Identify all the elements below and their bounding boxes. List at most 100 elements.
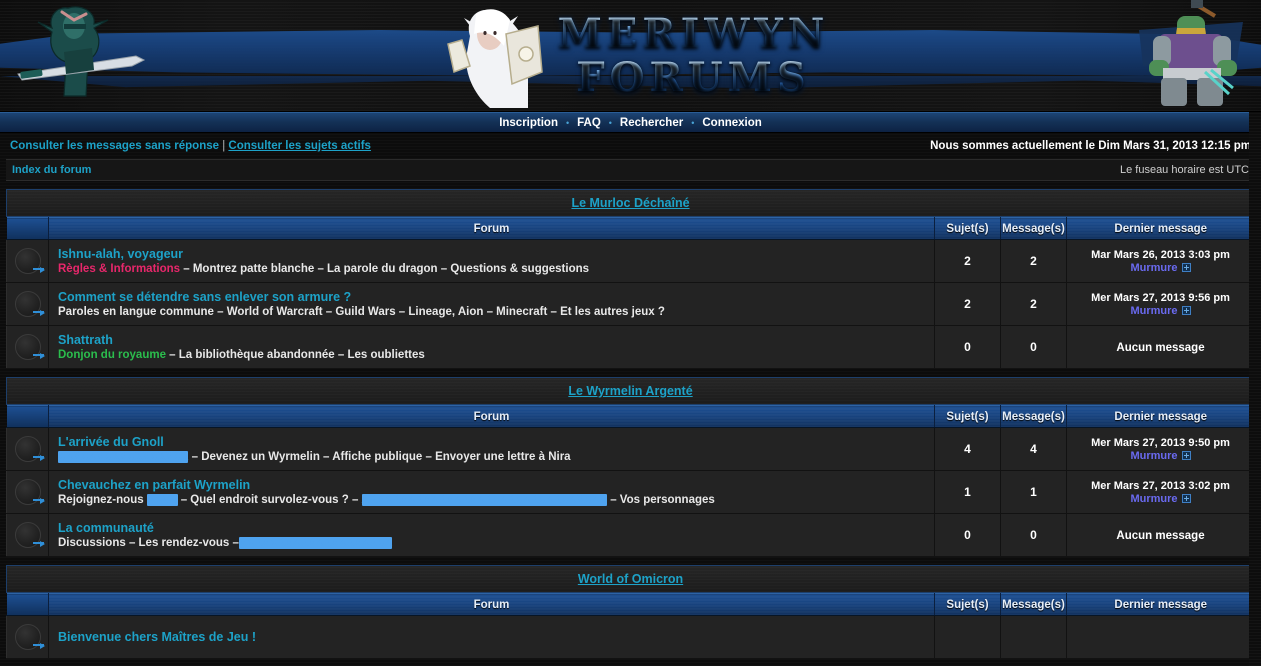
quick-links-divider: |	[222, 140, 226, 152]
forum-row: Chevauchez en parfait Wyrmelin Rejoignez-…	[6, 470, 1255, 514]
forum-title-link[interactable]: Comment se détendre sans enlever son arm…	[58, 290, 933, 304]
last-post-cell: Mer Mars 27, 2013 9:56 pm Murmure	[1066, 282, 1255, 326]
column-header-last-post: Dernier message	[1066, 405, 1255, 428]
forum-row: L'arrivée du Gnoll XXXXXXXXXXXXXXXXX – De…	[6, 427, 1255, 471]
forum-title-link[interactable]: Ishnu-alah, voyageur	[58, 247, 933, 261]
goto-last-post-icon[interactable]	[1181, 450, 1191, 460]
nav-item-rechercher[interactable]: Rechercher	[618, 117, 685, 129]
category-title-link[interactable]: Le Wyrmelin Argenté	[568, 384, 692, 398]
forum-description-text: – La bibliothèque abandonnée – Les oubli…	[165, 348, 425, 361]
timezone-text: Le fuseau horaire est UTC	[1119, 164, 1249, 176]
last-post-cell: Aucun message	[1066, 513, 1255, 557]
category-header: World of Omicron	[6, 565, 1255, 593]
column-header-last-post: Dernier message	[1066, 217, 1255, 240]
quick-links-bar: Consulter les messages sans réponse | Co…	[0, 133, 1261, 159]
forum-folder-icon	[14, 436, 45, 462]
last-post-cell: Mar Mars 26, 2013 3:03 pm Murmure	[1066, 239, 1255, 283]
breadcrumb-index-link[interactable]: Index du forum	[12, 164, 91, 176]
last-post-date: Mer Mars 27, 2013 9:56 pm	[1091, 291, 1230, 304]
forum-description: Règles & Informations – Montrez patte bl…	[58, 262, 933, 276]
forum-folder-icon	[14, 624, 45, 650]
nav-separator: •	[691, 117, 695, 128]
no-message-text: Aucun message	[1116, 530, 1205, 542]
posts-count: 0	[1000, 325, 1067, 369]
forum-status-cell	[6, 470, 49, 514]
last-post-author-line: Murmure	[1068, 305, 1253, 317]
forum-status-cell	[6, 615, 49, 659]
forum-title-link[interactable]: Bienvenue chers Maîtres de Jeu !	[58, 630, 933, 644]
main-navigation: Inscription • FAQ • Rechercher • Connexi…	[0, 112, 1261, 133]
forum-folder-icon	[14, 291, 45, 317]
elf-maiden-art	[432, 0, 552, 111]
nav-item-connexion[interactable]: Connexion	[700, 117, 763, 129]
forum-description-text: Discussions – Les rendez-vous –	[58, 536, 239, 549]
forum-folder-icon	[14, 334, 45, 360]
forum-info-wrap: Chevauchez en parfait Wyrmelin Rejoignez-…	[50, 474, 933, 511]
column-header-icon	[6, 217, 49, 240]
forum-row: Bienvenue chers Maîtres de Jeu !	[6, 615, 1255, 659]
last-post-cell: Aucun message	[1066, 325, 1255, 369]
last-post-author-link[interactable]: Murmure	[1130, 450, 1177, 462]
category-title-link[interactable]: Le Murloc Déchaîné	[571, 196, 689, 210]
forum-status-cell	[6, 239, 49, 283]
forum-folder-icon	[14, 248, 45, 274]
forum-page: MERIWYN FORUMS Inscription • FAQ • Reche…	[0, 0, 1261, 666]
forum-description: Paroles en langue commune – World of War…	[58, 305, 933, 319]
last-post-author-link[interactable]: Murmure	[1130, 262, 1177, 274]
forum-info-cell: Ishnu-alah, voyageur Règles & Information…	[48, 239, 935, 283]
active-topics-link[interactable]: Consulter les sujets actifs	[228, 140, 371, 152]
site-logo[interactable]: MERIWYN FORUMS	[0, 0, 1261, 111]
breadcrumb: Index du forum Le fuseau horaire est UTC	[6, 159, 1255, 181]
column-header-last-post: Dernier message	[1066, 593, 1255, 616]
forum-description-text: – Quel endroit survolez-vous ? –	[177, 493, 362, 506]
forum-title-link[interactable]: Chevauchez en parfait Wyrmelin	[58, 478, 933, 492]
forum-title-link[interactable]: L'arrivée du Gnoll	[58, 435, 933, 449]
nav-item-faq[interactable]: FAQ	[575, 117, 603, 129]
forum-info-cell: La communauté Discussions – Les rendez-vo…	[48, 513, 935, 557]
posts-count	[1000, 615, 1067, 659]
goto-last-post-icon[interactable]	[1181, 493, 1191, 503]
posts-count: 4	[1000, 427, 1067, 471]
topics-count: 0	[934, 325, 1001, 369]
category-title-link[interactable]: World of Omicron	[578, 572, 683, 586]
forum-description-text: Paroles en langue commune – World of War…	[58, 305, 665, 318]
logo-line-1: MERIWYN	[557, 9, 830, 57]
column-header-forum: Forum	[48, 593, 935, 616]
breadcrumb-left: Index du forum	[12, 164, 1120, 176]
orc-warrior-art	[1133, 0, 1253, 111]
forum-category: Le Murloc Déchaîné Forum Sujet(s) Message(s…	[6, 189, 1255, 369]
forum-status-cell	[6, 513, 49, 557]
forum-table-header-row: Forum Sujet(s) Message(s) Dernier message	[6, 217, 1255, 240]
selected-text-block: XXXX	[146, 493, 178, 506]
last-post-author-link[interactable]: Murmure	[1130, 305, 1177, 317]
nav-item-inscription[interactable]: Inscription	[497, 117, 560, 129]
last-post-author-link[interactable]: Murmure	[1130, 493, 1177, 505]
goto-last-post-icon[interactable]	[1181, 305, 1191, 315]
forum-info-wrap: Ishnu-alah, voyageur Règles & Information…	[50, 243, 933, 280]
forum-description: Discussions – Les rendez-vous –XXXXXXXXX…	[58, 536, 933, 550]
forum-info-wrap: L'arrivée du Gnoll XXXXXXXXXXXXXXXXX – De…	[50, 431, 933, 468]
forum-info-cell: Bienvenue chers Maîtres de Jeu !	[48, 615, 935, 659]
column-header-posts: Message(s)	[1000, 217, 1067, 240]
topics-count	[934, 615, 1001, 659]
column-header-icon	[6, 593, 49, 616]
last-post-cell: Mer Mars 27, 2013 3:02 pm Murmure	[1066, 470, 1255, 514]
forum-row: Ishnu-alah, voyageur Règles & Information…	[6, 239, 1255, 283]
forum-title-link[interactable]: La communauté	[58, 521, 933, 535]
forum-info-wrap: La communauté Discussions – Les rendez-vo…	[50, 517, 933, 554]
forum-folder-icon	[14, 479, 45, 505]
unanswered-posts-link[interactable]: Consulter les messages sans réponse	[10, 140, 219, 152]
logo-line-2: FORUMS	[558, 57, 830, 98]
forum-title-link[interactable]: Shattrath	[58, 333, 933, 347]
last-post-date: Mer Mars 27, 2013 3:02 pm	[1091, 479, 1230, 492]
forum-status-cell	[6, 282, 49, 326]
topics-count: 2	[934, 282, 1001, 326]
posts-count: 2	[1000, 282, 1067, 326]
forum-description: XXXXXXXXXXXXXXXXX – Devenez un Wyrmelin …	[58, 450, 933, 464]
topics-count: 4	[934, 427, 1001, 471]
posts-count: 1	[1000, 470, 1067, 514]
column-header-posts: Message(s)	[1000, 593, 1067, 616]
posts-count: 2	[1000, 239, 1067, 283]
forum-table: Forum Sujet(s) Message(s) Dernier message Is…	[6, 217, 1255, 369]
goto-last-post-icon[interactable]	[1181, 262, 1191, 272]
